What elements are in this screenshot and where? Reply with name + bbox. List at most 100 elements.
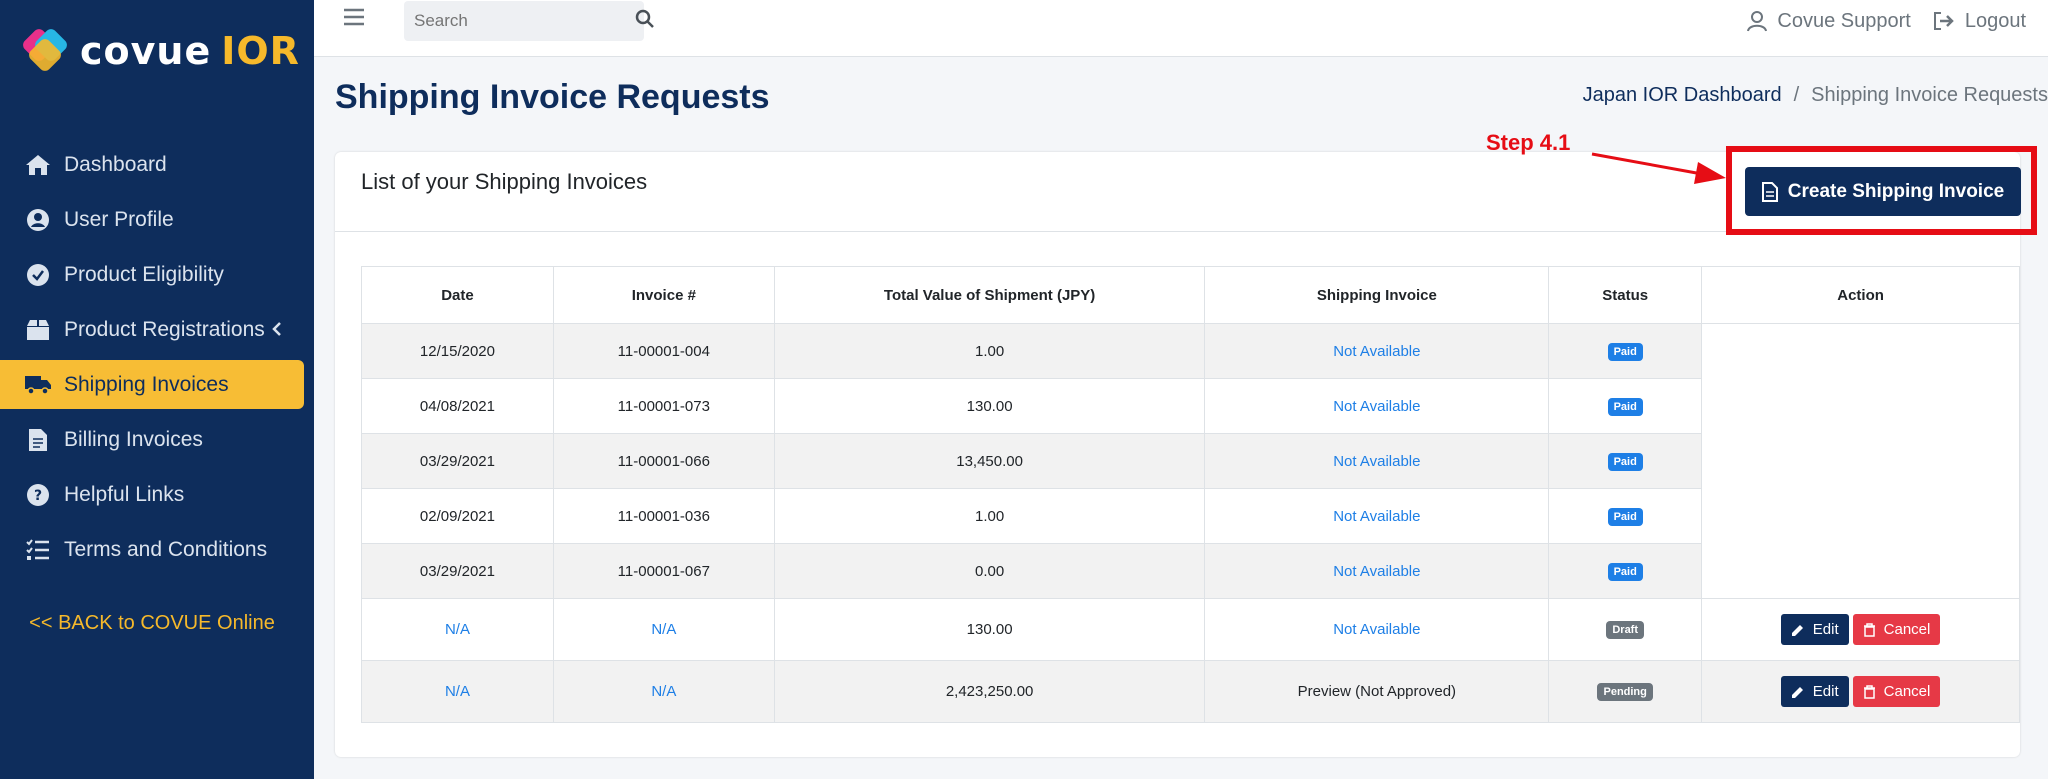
support-label: Covue Support — [1777, 9, 1911, 32]
shipping-invoice-link[interactable]: Not Available — [1204, 543, 1550, 599]
cell-invoice-number-link[interactable]: N/A — [552, 660, 775, 723]
cell-date-link[interactable]: N/A — [361, 660, 554, 723]
cell-status: Paid — [1548, 433, 1703, 489]
cell-status: Draft — [1548, 598, 1703, 661]
cell-date: 12/15/2020 — [361, 323, 554, 379]
column-header-shipping-invoice[interactable]: Shipping Invoice — [1204, 266, 1550, 324]
shipping-invoice-link[interactable]: Not Available — [1204, 598, 1550, 661]
sidebar-item-product-registrations[interactable]: Product Registrations — [0, 305, 304, 354]
cell-action — [1701, 323, 2020, 379]
breadcrumb-link-dashboard[interactable]: Japan IOR Dashboard — [1583, 84, 1782, 107]
column-header-date[interactable]: Date — [361, 266, 554, 324]
cell-status: Paid — [1548, 378, 1703, 434]
sidebar-item-product-eligibility[interactable]: Product Eligibility — [0, 250, 304, 299]
sidebar-item-label: Shipping Invoices — [64, 372, 229, 396]
svg-text:?: ? — [34, 488, 42, 504]
edit-label: Edit — [1812, 683, 1839, 700]
sidebar-item-dashboard[interactable]: Dashboard — [0, 140, 304, 189]
cell-status: Paid — [1548, 488, 1703, 544]
edit-button[interactable]: Edit — [1780, 676, 1849, 707]
cell-total-value: 1.00 — [773, 323, 1206, 379]
cell-invoice-number-link[interactable]: N/A — [552, 598, 775, 661]
cell-action — [1701, 433, 2020, 489]
column-header-total-value[interactable]: Total Value of Shipment (JPY) — [773, 266, 1206, 324]
cancel-button[interactable]: Cancel — [1852, 676, 1941, 707]
logout-label: Logout — [1964, 9, 2026, 32]
top-right-links: Covue Support Logout — [1747, 6, 2048, 36]
home-icon — [24, 151, 52, 179]
cell-total-value: 13,450.00 — [773, 433, 1206, 489]
logout-link[interactable]: Logout — [1933, 10, 2026, 33]
sidebar-item-helpful-links[interactable]: ? Helpful Links — [0, 470, 304, 519]
cell-action — [1701, 543, 2020, 599]
cell-action: Edit Cancel — [1701, 660, 2020, 723]
shipping-invoice-link[interactable]: Not Available — [1204, 488, 1550, 544]
cell-total-value: 130.00 — [773, 598, 1206, 661]
cell-status: Paid — [1548, 323, 1703, 379]
cell-action: Edit Cancel — [1701, 598, 2020, 661]
brand-name: covue IOR — [80, 29, 300, 73]
cell-total-value: 1.00 — [773, 488, 1206, 544]
file-icon — [24, 426, 52, 454]
box-icon — [24, 316, 52, 344]
cell-action — [1701, 488, 2020, 544]
status-badge: Draft — [1606, 621, 1645, 639]
chevron-left-icon[interactable] — [272, 319, 282, 343]
breadcrumb-current: Shipping Invoice Requests — [1811, 84, 2048, 106]
sidebar-item-label: Product Registrations — [64, 317, 265, 341]
user-circle-icon — [24, 206, 52, 234]
cell-total-value: 2,423,250.00 — [773, 660, 1206, 723]
cell-invoice-number: 11-00001-066 — [552, 433, 775, 489]
sidebar-item-user-profile[interactable]: User Profile — [0, 195, 304, 244]
annotation-arrow-icon — [1591, 152, 1726, 184]
truck-icon — [24, 371, 52, 399]
support-link[interactable]: Covue Support — [1747, 9, 1911, 33]
sidebar-item-shipping-invoices[interactable]: Shipping Invoices — [0, 360, 304, 409]
brand-logo[interactable]: covue IOR — [20, 26, 300, 76]
hamburger-menu-icon[interactable] — [344, 8, 364, 31]
cancel-label: Cancel — [1883, 683, 1931, 700]
cell-date: 03/29/2021 — [361, 433, 554, 489]
status-badge: Pending — [1597, 683, 1653, 701]
sidebar-item-label: Billing Invoices — [64, 427, 203, 451]
cell-status: Pending — [1548, 660, 1703, 723]
cell-date: 03/29/2021 — [361, 543, 554, 599]
status-badge: Paid — [1607, 452, 1643, 471]
page-title: Shipping Invoice Requests — [335, 78, 770, 116]
sidebar-item-label: Dashboard — [64, 152, 167, 176]
trash-icon — [1863, 684, 1875, 699]
back-to-covue-link[interactable]: << BACK to COVUE Online — [0, 612, 304, 635]
search-icon[interactable] — [635, 9, 655, 34]
sidebar-nav: Dashboard User Profile Product Eligibili… — [0, 140, 314, 580]
sign-out-icon — [1933, 12, 1954, 30]
table-row: 04/08/2021 11-00001-073 130.00 Not Avail… — [361, 378, 2020, 434]
shipping-invoice-link[interactable]: Not Available — [1204, 433, 1550, 489]
sidebar-item-label: Helpful Links — [64, 482, 185, 506]
cell-date-link[interactable]: N/A — [361, 598, 554, 661]
cancel-button[interactable]: Cancel — [1852, 614, 1941, 645]
user-icon — [1747, 11, 1768, 32]
sidebar: covue IOR Dashboard User Profile Product … — [0, 0, 314, 779]
search-input[interactable] — [414, 11, 635, 31]
sidebar-item-billing-invoices[interactable]: Billing Invoices — [0, 415, 304, 464]
cell-invoice-number: 11-00001-073 — [552, 378, 775, 434]
status-badge: Paid — [1607, 562, 1643, 581]
status-badge: Paid — [1607, 342, 1643, 361]
pencil-icon — [1791, 624, 1803, 636]
column-header-status[interactable]: Status — [1548, 266, 1703, 324]
sidebar-item-label: Terms and Conditions — [64, 537, 268, 561]
cell-total-value: 130.00 — [773, 378, 1206, 434]
shipping-invoice-link[interactable]: Not Available — [1204, 378, 1550, 434]
column-header-invoice-number[interactable]: Invoice # — [552, 266, 775, 324]
cell-invoice-number: 11-00001-067 — [552, 543, 775, 599]
table-row: 02/09/2021 11-00001-036 1.00 Not Availab… — [361, 488, 2020, 544]
cell-shipping-invoice[interactable]: Preview (Not Approved) — [1204, 660, 1550, 723]
cell-action — [1701, 378, 2020, 434]
shipping-invoice-link[interactable]: Not Available — [1204, 323, 1550, 379]
edit-button[interactable]: Edit — [1780, 614, 1849, 645]
cell-date: 02/09/2021 — [361, 488, 554, 544]
shipping-invoices-table: Date Invoice # Total Value of Shipment (… — [361, 266, 2020, 723]
edit-label: Edit — [1812, 621, 1839, 638]
sidebar-item-terms-and-conditions[interactable]: Terms and Conditions — [0, 525, 304, 574]
table-header-row: Date Invoice # Total Value of Shipment (… — [361, 266, 2020, 324]
